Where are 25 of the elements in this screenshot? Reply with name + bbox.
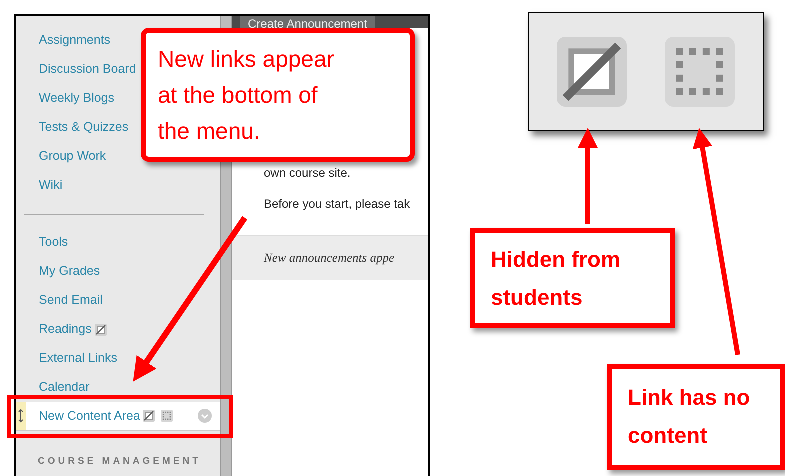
menu-link[interactable]: Assignments <box>39 31 111 50</box>
callout: Hidden from students <box>470 228 675 328</box>
body-text: own course site. <box>264 165 352 182</box>
create-announcement-button[interactable]: Create Announcement <box>240 16 376 28</box>
menu-link[interactable]: External Links <box>39 349 118 368</box>
callout-tooltip: New links appear at the bottom of the menu. <box>141 28 415 162</box>
drag-handle[interactable] <box>16 402 26 430</box>
menu-link[interactable]: Send Email <box>39 291 103 310</box>
callout: Link has no content <box>607 364 785 470</box>
hidden-icon <box>557 36 627 106</box>
body-text: Before you start, please tak <box>264 196 412 213</box>
menu-link[interactable]: Discussion Board <box>39 60 136 79</box>
menu-link[interactable]: Tools <box>39 233 68 252</box>
menu-link[interactable]: Group Work <box>39 147 106 166</box>
section-heading: COURSE MANAGEMENT <box>38 455 202 469</box>
dotted-square-icon <box>665 36 735 106</box>
menu-link[interactable]: Wiki <box>39 176 63 195</box>
menu-link[interactable]: Readings <box>39 320 92 339</box>
menu-link[interactable]: Tests & Quizzes <box>39 118 129 137</box>
menu-link[interactable]: Calendar <box>39 378 90 397</box>
up-down-arrow-icon <box>18 409 24 423</box>
menu-link[interactable]: Weekly Blogs <box>39 89 114 108</box>
menu-link[interactable]: My Grades <box>39 262 100 281</box>
notice-text: New announcements appe <box>264 250 395 267</box>
menu-link[interactable]: New Content Area <box>39 406 140 426</box>
